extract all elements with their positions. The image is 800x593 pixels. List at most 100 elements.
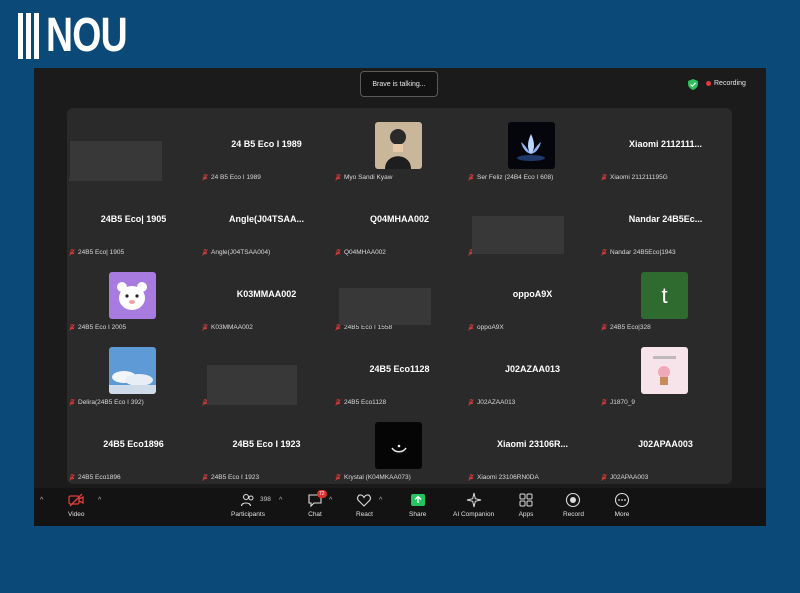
participant-tile[interactable]: 24B5 Eco I 2005 — [67, 258, 200, 333]
participant-tile[interactable]: K03MMAA002 K03MMAA002 — [200, 258, 333, 333]
participant-label: 24B5 Eco| 1905 — [69, 249, 124, 256]
meeting-header: Brave is talking... Recording — [34, 68, 766, 108]
participant-tile[interactable]: 24B5 Eco1896 24B5 Eco1896 — [67, 408, 200, 483]
participant-tile[interactable] — [466, 183, 599, 258]
participant-tile[interactable]: oppoA9X oppoA9X — [466, 258, 599, 333]
participants-options-caret[interactable]: ^ — [279, 497, 282, 504]
logo-text: NOU — [46, 9, 128, 62]
share-label: Share — [409, 511, 427, 518]
chat-button[interactable]: 72 Chat — [307, 490, 327, 518]
mic-muted-icon — [468, 174, 474, 181]
participant-tile[interactable]: 24B5 Eco| 1905 24B5 Eco| 1905 — [67, 183, 200, 258]
participant-label-text: Nandar 24B5Eco|1943 — [610, 249, 676, 256]
react-button[interactable]: React — [356, 492, 373, 518]
mic-muted-icon — [202, 174, 208, 181]
participant-label-text: Myo Sandi Kyaw — [344, 174, 393, 181]
avatar — [109, 272, 156, 319]
participant-name: 24 B5 Eco I 1989 — [231, 139, 302, 149]
participant-tile[interactable]: Xiaomi 23106R... Xiaomi 23106RN0DA — [466, 408, 599, 483]
share-button[interactable]: Share — [409, 492, 426, 518]
participant-name: K03MMAA002 — [236, 289, 297, 299]
react-options-caret[interactable]: ^ — [379, 497, 382, 504]
mic-muted-icon — [202, 474, 208, 481]
video-button[interactable]: Video — [68, 492, 85, 518]
meeting-window: Brave is talking... Recording ECO24 B5 E… — [34, 68, 766, 526]
participant-label-text: 24B5 Eco1896 — [78, 474, 121, 481]
participant-label-text: oppoA9X — [477, 324, 504, 331]
recording-indicator[interactable]: Recording — [706, 80, 746, 87]
participant-tile[interactable]: Nandar 24B5Ec... Nandar 24B5Eco|1943 — [599, 183, 732, 258]
nou-logo: NOU — [18, 12, 150, 60]
participant-name: Nandar 24B5Ec... — [628, 214, 703, 224]
avatar — [109, 347, 156, 394]
heart-icon — [357, 494, 372, 507]
participant-tile[interactable]: Delira(24B5 Eco I 392) — [67, 333, 200, 408]
participant-tile[interactable]: J1870_9 — [599, 333, 732, 408]
mic-muted-icon — [601, 324, 607, 331]
video-off-icon — [68, 493, 84, 507]
participant-label-text: Angle(J04TSAA004) — [211, 249, 271, 256]
mic-muted-icon — [468, 474, 474, 481]
participant-tile[interactable]: Myo Sandi Kyaw — [333, 108, 466, 183]
gallery-view: ECO 24 B5 Eco I 1989 24 B5 Eco I 1989 Myo S… — [67, 108, 732, 484]
participant-label-text: Krystal (K04MKAA073) — [344, 474, 411, 481]
participant-label-text: Q04MHAA002 — [344, 249, 386, 256]
participant-tile[interactable]: Q04MHAA002 Q04MHAA002 — [333, 183, 466, 258]
more-button[interactable]: More — [614, 492, 630, 518]
mic-muted-icon — [601, 399, 607, 406]
recording-dot-icon — [706, 81, 711, 86]
participant-label: Xiaomi 211211195G — [601, 174, 668, 181]
participant-name: Xiaomi 23106R... — [496, 439, 569, 449]
participant-tile[interactable]: Xiaomi 2112111... Xiaomi 211211195G — [599, 108, 732, 183]
participant-label: Angle(J04TSAA004) — [202, 249, 270, 256]
video-options-caret[interactable]: ^ — [98, 497, 101, 504]
participant-tile[interactable]: Ser Feliz (24B4 Eco I 608) — [466, 108, 599, 183]
record-button[interactable]: Record — [563, 492, 584, 518]
participant-label-text: 24B5 Eco I 1558 — [344, 324, 393, 331]
shield-icon[interactable] — [688, 79, 698, 90]
audio-options-caret[interactable]: ^ — [40, 497, 43, 504]
participant-label: Nandar 24B5Eco|1943 — [601, 249, 676, 256]
participant-name: Angle(J04TSAA... — [228, 214, 304, 224]
video-label: Video — [68, 511, 85, 518]
avatar — [508, 122, 555, 169]
participant-tile[interactable]: 24B5 Eco I 1558 — [333, 258, 466, 333]
mic-muted-icon — [202, 249, 208, 256]
chat-options-caret[interactable]: ^ — [329, 497, 332, 504]
mic-muted-icon — [335, 399, 341, 406]
participant-label-text: Xiaomi 23106RN0DA — [477, 474, 539, 481]
participant-name: Q04MHAA002 — [369, 214, 430, 224]
participant-tile[interactable]: 24 B5 Eco I 1989 24 B5 Eco I 1989 — [200, 108, 333, 183]
participant-tile[interactable]: J02AZAA013 J02AZAA013 — [466, 333, 599, 408]
participant-label: K03MMAA002 — [202, 324, 253, 331]
ai-companion-button[interactable]: AI Companion — [453, 492, 494, 518]
mic-muted-icon — [601, 249, 607, 256]
participant-label: Krystal (K04MKAA073) — [335, 474, 411, 481]
apps-button[interactable]: Apps — [518, 492, 534, 518]
participants-count: 398 — [260, 496, 271, 503]
participant-tile[interactable] — [200, 333, 333, 408]
mic-muted-icon — [202, 324, 208, 331]
participant-tile[interactable]: J02APAA003 J02APAA003 — [599, 408, 732, 483]
share-icon — [410, 494, 425, 506]
mic-muted-icon — [601, 174, 607, 181]
participant-label: 24B5 Eco|328 — [601, 324, 651, 331]
participant-label-text: 24B5 Eco I 2005 — [78, 324, 127, 331]
more-icon — [614, 492, 630, 508]
participant-tile[interactable]: Krystal (K04MKAA073) — [333, 408, 466, 483]
mic-muted-icon — [335, 324, 341, 331]
participant-label-text: K03MMAA002 — [211, 324, 253, 331]
participant-label-text: 24 B5 Eco I 1989 — [211, 174, 261, 181]
participant-label: Ser Feliz (24B4 Eco I 608) — [468, 174, 553, 181]
avatar — [641, 347, 688, 394]
avatar — [375, 122, 422, 169]
participant-tile[interactable]: t 24B5 Eco|328 — [599, 258, 732, 333]
participant-tile[interactable]: ECO — [67, 108, 200, 183]
participant-label: Xiaomi 23106RN0DA — [468, 474, 539, 481]
participant-tile[interactable]: 24B5 Eco1128 24B5 Eco1128 — [333, 333, 466, 408]
sparkle-icon — [466, 492, 481, 508]
apps-label: Apps — [518, 511, 534, 518]
mic-muted-icon — [335, 174, 341, 181]
participant-tile[interactable]: Angle(J04TSAA... Angle(J04TSAA004) — [200, 183, 333, 258]
participant-tile[interactable]: 24B5 Eco I 1923 24B5 Eco I 1923 — [200, 408, 333, 483]
